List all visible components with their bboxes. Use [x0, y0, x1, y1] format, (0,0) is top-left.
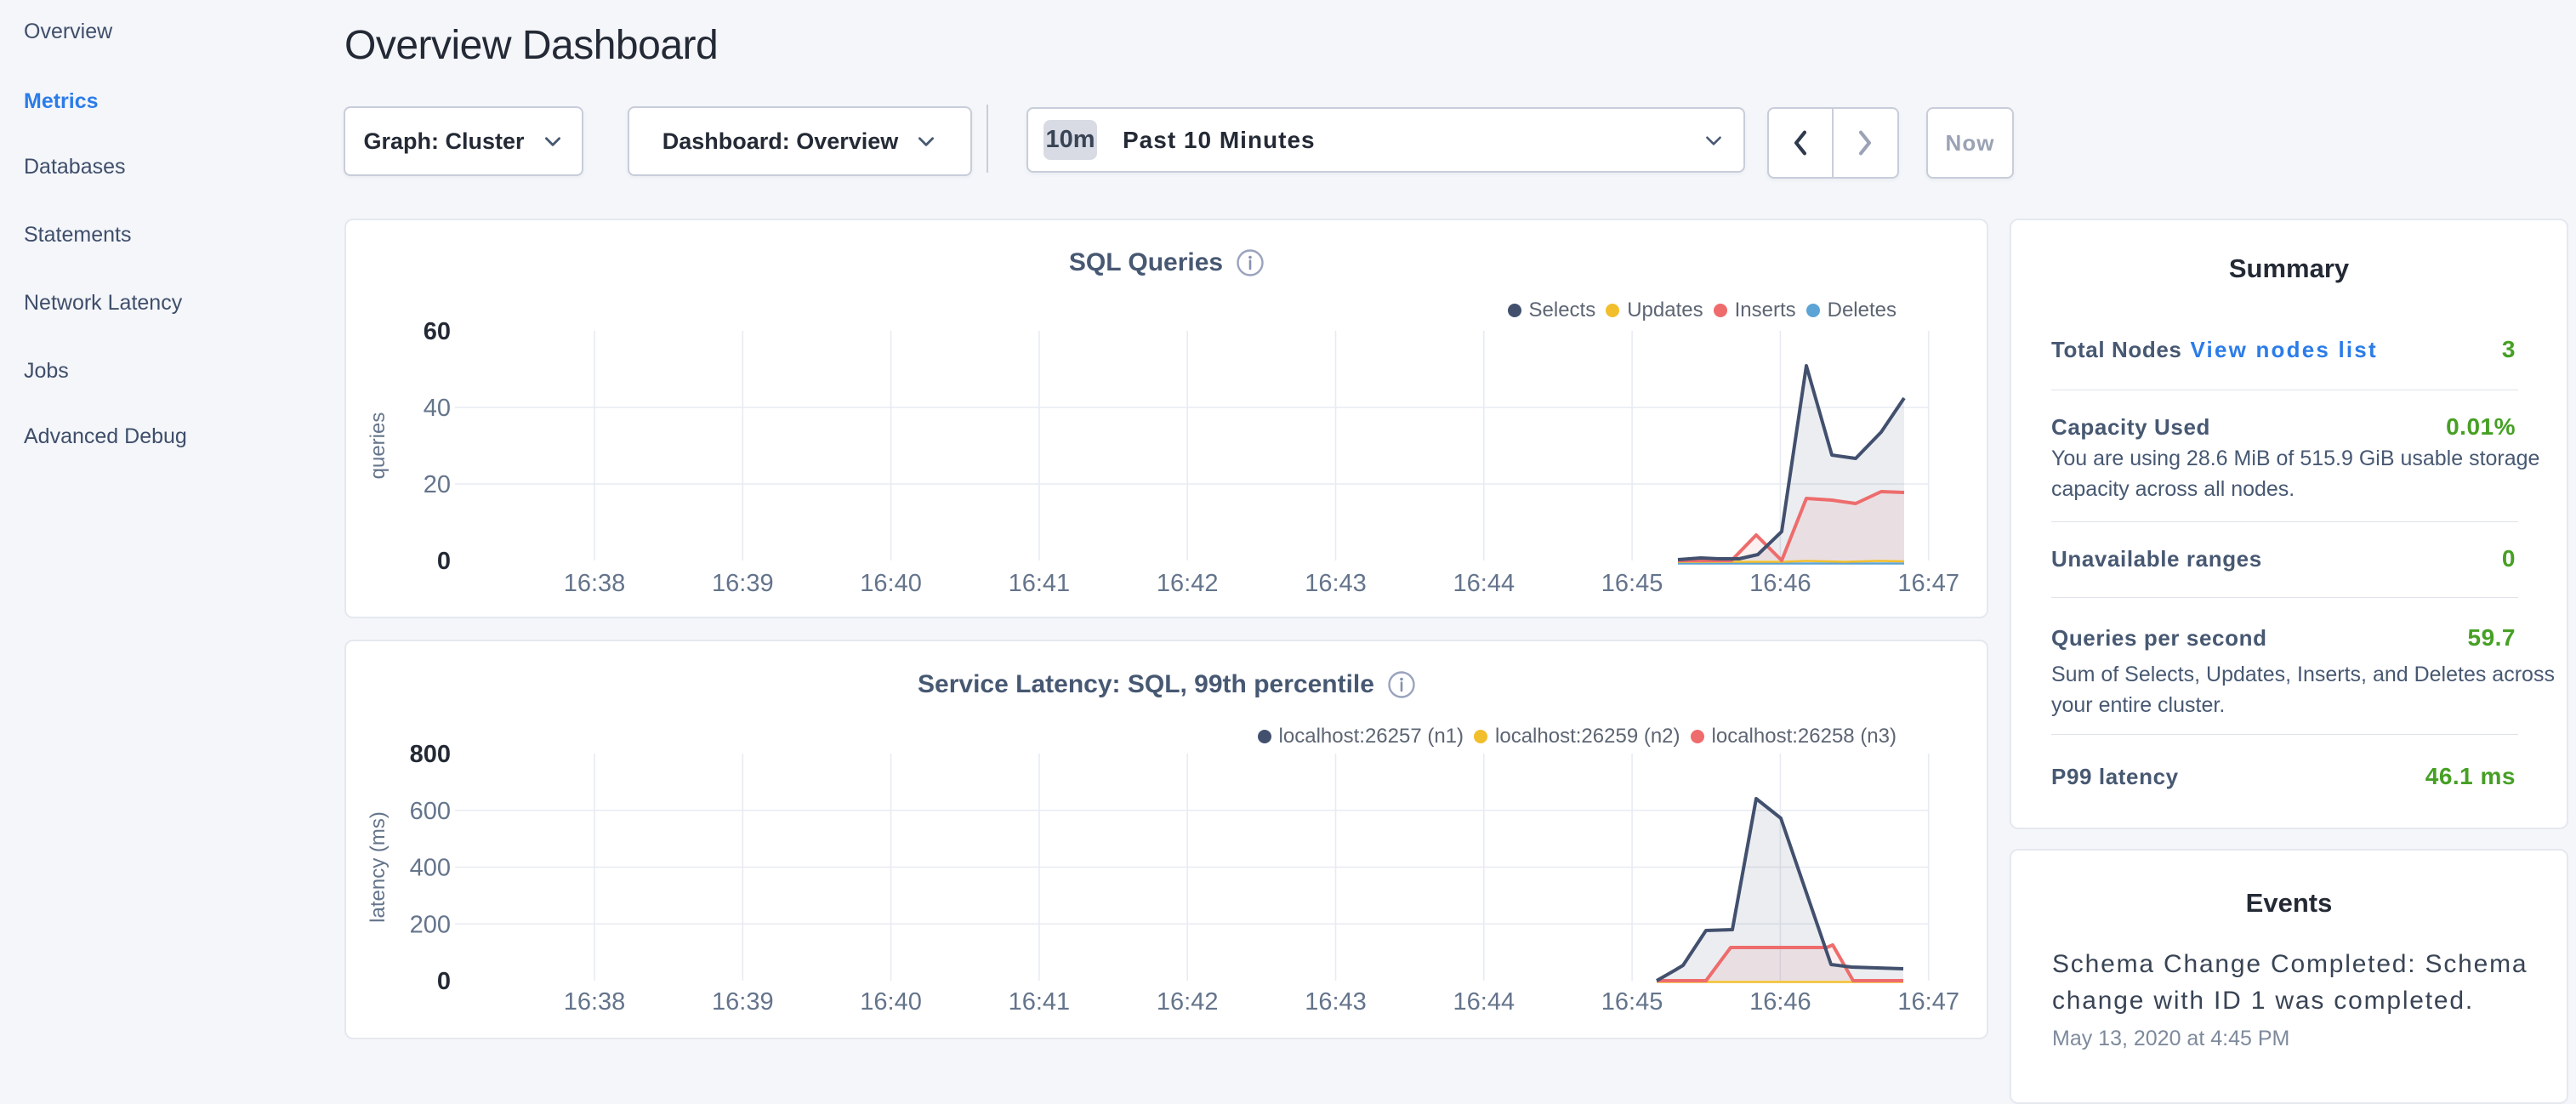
svg-text:600: 600 — [410, 798, 451, 825]
svg-text:16:38: 16:38 — [564, 988, 626, 1016]
svg-text:0: 0 — [437, 548, 451, 575]
svg-text:0: 0 — [437, 968, 451, 995]
svg-text:16:39: 16:39 — [712, 988, 774, 1016]
svg-text:16:42: 16:42 — [1157, 988, 1219, 1016]
svg-text:40: 40 — [424, 395, 451, 422]
svg-text:16:47: 16:47 — [1897, 988, 1959, 1016]
svg-text:latency (ms): latency (ms) — [367, 811, 390, 923]
svg-text:16:46: 16:46 — [1749, 570, 1811, 597]
svg-text:16:44: 16:44 — [1453, 988, 1515, 1016]
svg-text:16:43: 16:43 — [1305, 988, 1367, 1016]
svg-text:200: 200 — [410, 911, 451, 938]
svg-text:16:45: 16:45 — [1601, 988, 1663, 1016]
svg-text:400: 400 — [410, 855, 451, 882]
svg-text:16:42: 16:42 — [1157, 570, 1219, 597]
svg-text:16:44: 16:44 — [1453, 570, 1515, 597]
svg-text:16:38: 16:38 — [564, 570, 626, 597]
svg-text:800: 800 — [410, 741, 451, 768]
svg-text:16:41: 16:41 — [1009, 570, 1071, 597]
svg-text:16:39: 16:39 — [712, 570, 774, 597]
svg-text:16:47: 16:47 — [1897, 570, 1959, 597]
svg-text:60: 60 — [424, 318, 451, 345]
svg-text:16:43: 16:43 — [1305, 570, 1367, 597]
svg-text:queries: queries — [367, 413, 390, 480]
svg-text:16:40: 16:40 — [860, 988, 922, 1016]
svg-text:16:45: 16:45 — [1601, 570, 1663, 597]
svg-text:16:46: 16:46 — [1749, 988, 1811, 1016]
svg-text:16:41: 16:41 — [1009, 988, 1071, 1016]
svg-text:20: 20 — [424, 471, 451, 498]
svg-text:16:40: 16:40 — [860, 570, 922, 597]
